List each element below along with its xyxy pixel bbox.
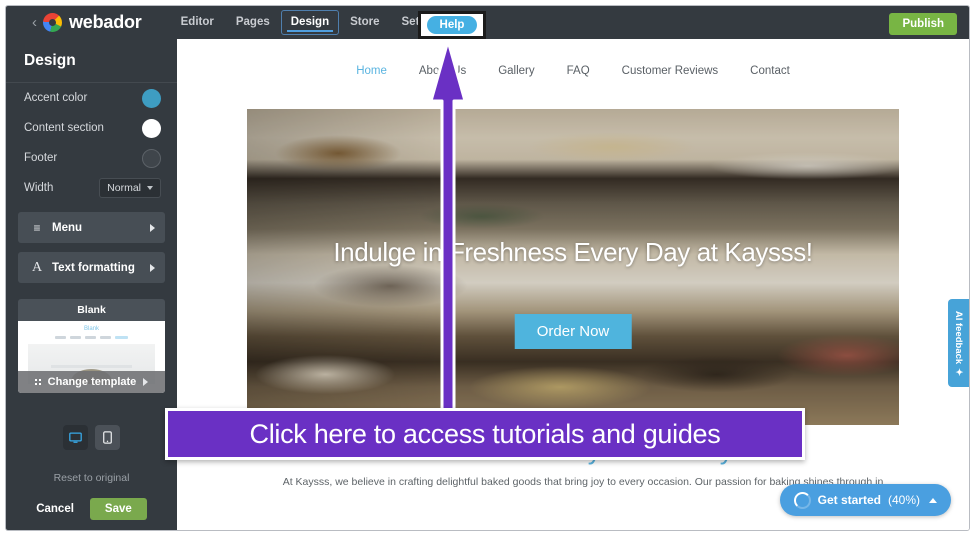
- width-select[interactable]: Normal: [99, 178, 161, 198]
- template-preview-nav: [18, 332, 165, 339]
- site-nav-item-home[interactable]: Home: [356, 65, 387, 77]
- menu-panel-label: Menu: [52, 221, 83, 234]
- help-button-highlight: Help: [418, 11, 486, 39]
- screenshot-root: ‹ webador Editor Pages Design Store Sett…: [0, 0, 975, 536]
- site-nav-item-faq[interactable]: FAQ: [567, 65, 590, 77]
- hero-section[interactable]: Indulge in Freshness Every Day at Kaysss…: [247, 109, 899, 425]
- option-label-width: Width: [24, 182, 54, 194]
- annotation-banner-text: Click here to access tutorials and guide…: [249, 418, 721, 449]
- option-width: Width Normal: [6, 173, 177, 203]
- sidebar-footer-actions: Cancel Save: [6, 498, 177, 520]
- menu-panel-button[interactable]: ≡ Menu: [18, 212, 165, 243]
- mobile-view-button[interactable]: [95, 425, 120, 450]
- site-nav-item-contact[interactable]: Contact: [750, 65, 790, 77]
- get-started-percent: (40%): [887, 493, 920, 507]
- desktop-icon: [69, 431, 82, 443]
- template-preview-nav-item: [55, 336, 66, 339]
- text-formatting-panel-label: Text formatting: [52, 261, 135, 274]
- accent-color-swatch[interactable]: [142, 88, 161, 108]
- template-preview-nav-item: [70, 336, 81, 339]
- get-started-button[interactable]: Get started (40%): [779, 484, 951, 516]
- reset-to-original-link[interactable]: Reset to original: [6, 472, 177, 484]
- ai-feedback-tab[interactable]: AI feedback ✦: [948, 299, 969, 387]
- change-template-button[interactable]: Change template: [18, 371, 165, 393]
- site-nav-item-about-us[interactable]: About Us: [419, 65, 466, 77]
- save-button[interactable]: Save: [89, 498, 147, 520]
- main-nav: Editor Pages Design Store Settings: [170, 6, 458, 39]
- option-content-section[interactable]: Content section: [6, 113, 177, 143]
- content-section-swatch[interactable]: [142, 118, 161, 138]
- template-preview-nav-item: [115, 336, 128, 339]
- template-name: Blank: [18, 299, 165, 321]
- progress-spinner-icon: [793, 491, 811, 509]
- brand-name: webador: [69, 12, 142, 32]
- ai-feedback-label: AI feedback: [953, 310, 965, 364]
- desktop-view-button[interactable]: [63, 425, 88, 450]
- site-nav-item-customer-reviews[interactable]: Customer Reviews: [622, 65, 719, 77]
- annotation-banner: Click here to access tutorials and guide…: [165, 408, 805, 460]
- nav-item-editor[interactable]: Editor: [170, 6, 225, 39]
- chevron-right-icon: [143, 378, 149, 386]
- sparkle-icon: ✦: [953, 367, 965, 376]
- hamburger-icon: ≡: [33, 220, 41, 235]
- chevron-up-icon: [929, 497, 937, 503]
- option-label-accent-color: Accent color: [24, 92, 88, 104]
- grip-icon: [34, 379, 41, 385]
- change-template-label: Change template: [47, 376, 137, 388]
- option-footer[interactable]: Footer: [6, 143, 177, 173]
- hero-title: Indulge in Freshness Every Day at Kaysss…: [333, 237, 813, 267]
- order-now-button[interactable]: Order Now: [514, 314, 632, 349]
- option-label-content-section: Content section: [24, 122, 104, 134]
- template-preview-nav-item: [100, 336, 111, 339]
- template-card: Blank Blank Change template: [18, 299, 165, 393]
- option-label-footer: Footer: [24, 152, 58, 164]
- template-preview-title: Blank: [83, 326, 99, 332]
- device-toggle-group: [6, 425, 177, 450]
- option-accent-color[interactable]: Accent color: [6, 83, 177, 113]
- nav-item-pages[interactable]: Pages: [225, 6, 281, 39]
- chevron-right-icon: [150, 223, 155, 232]
- footer-color-swatch[interactable]: [142, 148, 161, 168]
- sidebar-title: Design: [6, 39, 177, 83]
- text-formatting-panel-button[interactable]: A Text formatting: [18, 252, 165, 283]
- nav-item-store[interactable]: Store: [339, 6, 390, 39]
- chevron-down-icon: [147, 186, 153, 190]
- site-nav: Home About Us Gallery FAQ Customer Revie…: [177, 39, 969, 77]
- mobile-icon: [103, 431, 112, 444]
- cancel-button[interactable]: Cancel: [36, 503, 74, 515]
- help-button[interactable]: Help: [426, 16, 478, 34]
- ai-feedback-tab-inner: AI feedback ✦: [953, 310, 964, 375]
- text-format-icon: A: [31, 259, 43, 275]
- template-preview-nav-item: [85, 336, 96, 339]
- nav-item-design[interactable]: Design: [280, 10, 340, 35]
- webador-logo-icon: [43, 13, 62, 32]
- design-sidebar: Design Accent color Content section Foot…: [6, 39, 177, 530]
- site-nav-item-gallery[interactable]: Gallery: [498, 65, 534, 77]
- publish-button[interactable]: Publish: [889, 13, 957, 35]
- brand-logo-group[interactable]: webador: [43, 12, 142, 33]
- width-select-value: Normal: [107, 182, 141, 194]
- top-bar: ‹ webador Editor Pages Design Store Sett…: [6, 6, 969, 39]
- get-started-label: Get started: [817, 493, 881, 507]
- chevron-right-icon: [150, 263, 155, 272]
- chevron-left-icon[interactable]: ‹: [32, 15, 37, 30]
